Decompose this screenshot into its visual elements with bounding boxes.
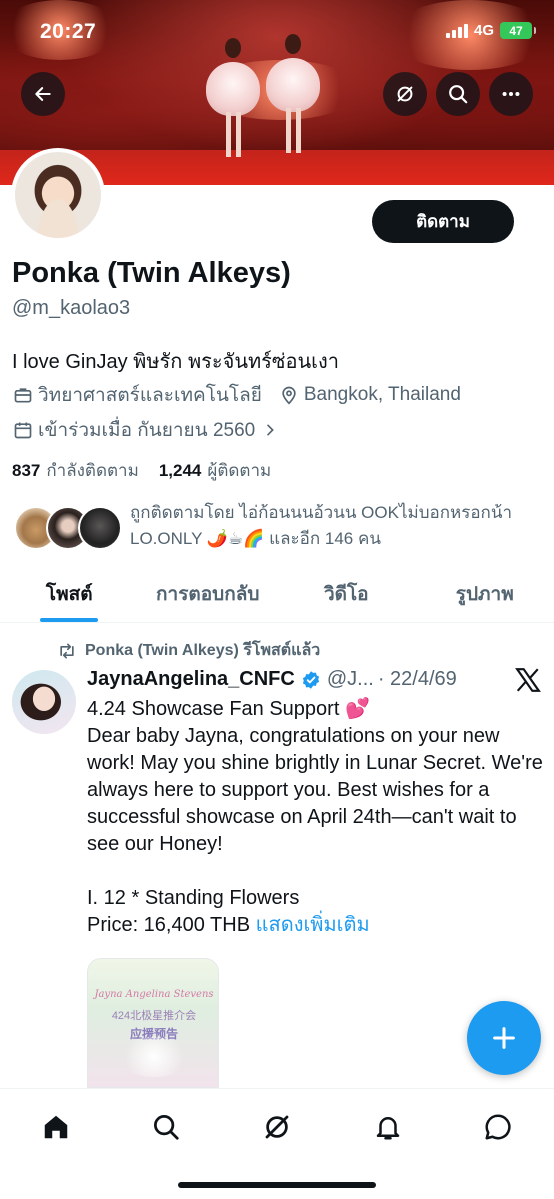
- battery-level: 47: [509, 23, 523, 38]
- joined-row[interactable]: เข้าร่วมเมื่อ กันยายน 2560: [12, 415, 285, 445]
- notifications-icon: [376, 1117, 400, 1140]
- tweet-line4: Price: 16,400 THB: [87, 914, 251, 936]
- tab-active-indicator: [40, 618, 99, 622]
- more-button[interactable]: [489, 72, 533, 116]
- follower-avatar: [78, 506, 122, 550]
- status-indicators: 4G 47: [445, 22, 536, 39]
- profile-location: Bangkok, Thailand: [303, 384, 461, 405]
- profile-meta-row: วิทยาศาสตร์และเทคโนโลยี Bangkok, Thailan…: [12, 380, 461, 410]
- tab-posts-label: โพสต์: [45, 583, 93, 605]
- tab-videos[interactable]: วิดีโอ: [277, 565, 416, 622]
- verified-badge-icon: [302, 670, 319, 689]
- display-name: Ponka (Twin Alkeys): [12, 257, 291, 289]
- nav-grok[interactable]: [257, 1107, 297, 1147]
- tweet-author-handle[interactable]: @J...: [327, 668, 374, 691]
- more-horizontal-icon: [502, 91, 520, 97]
- repost-icon: [60, 642, 74, 658]
- home-icon: [44, 1115, 68, 1139]
- signal-icon: [445, 23, 468, 38]
- plus-icon: [493, 1027, 515, 1049]
- grok-button[interactable]: [383, 72, 427, 116]
- search-icon: [154, 1115, 179, 1140]
- tweet-body[interactable]: 4.24 Showcase Fan Support 💕 Dear baby Ja…: [87, 696, 545, 939]
- followed-by-text: ถูกติดตามโดย ไอ่ก้อนนนอ้วนน OOKไม่บอกหรอ…: [130, 500, 542, 552]
- profile-avatar[interactable]: [11, 148, 105, 242]
- compose-button[interactable]: [467, 1001, 541, 1075]
- back-button[interactable]: [21, 72, 65, 116]
- tweet-author-avatar[interactable]: [12, 670, 76, 734]
- tab-replies[interactable]: การตอบกลับ: [139, 565, 278, 622]
- bottom-navigation: [0, 1088, 554, 1199]
- tab-replies-label: การตอบกลับ: [156, 583, 260, 605]
- chevron-right-icon: [259, 419, 281, 441]
- tweet-line3: I. 12 * Standing Flowers: [87, 887, 300, 909]
- home-indicator: [178, 1182, 376, 1188]
- tab-photos-label: รูปภาพ: [455, 583, 514, 605]
- messages-icon: [485, 1114, 511, 1140]
- tweet-date[interactable]: · 22/4/69: [378, 668, 457, 691]
- media-text-subtitle: 424北极星推介会: [111, 1010, 197, 1022]
- profile-category: วิทยาศาสตร์และเทคโนโลยี: [38, 385, 262, 406]
- joined-date: เข้าร่วมเมื่อ กันยายน 2560: [38, 420, 256, 441]
- media-glow: [118, 1037, 190, 1077]
- repost-indicator[interactable]: Ponka (Twin Alkeys) รีโพสต์แล้ว: [57, 638, 320, 663]
- nav-notifications[interactable]: [368, 1107, 408, 1147]
- media-text-title: Jayna Angelina Stevens: [94, 989, 214, 1000]
- user-handle: @m_kaolao3: [12, 297, 131, 319]
- status-time: 20:27: [40, 20, 97, 43]
- network-type: 4G: [473, 22, 494, 39]
- profile-bio: I love GinJay พิษรัก พระจันทร์ซ่อนเงา: [12, 351, 340, 373]
- search-icon: [449, 85, 468, 104]
- following-label[interactable]: กำลังติดตาม: [46, 457, 138, 484]
- location-pin-icon: [278, 384, 300, 406]
- tweet-media-image[interactable]: Jayna Angelina Stevens 424北极星推介会 应援预告: [87, 958, 219, 1088]
- x-logo-icon: [515, 668, 541, 697]
- follow-button[interactable]: ติดตาม: [372, 200, 514, 243]
- search-button[interactable]: [436, 72, 480, 116]
- status-bar: 20:27 4G 47: [0, 0, 554, 60]
- calendar-icon: [12, 419, 34, 441]
- tweet-author-name[interactable]: JaynaAngelina_CNFC: [87, 668, 295, 691]
- followers-label[interactable]: ผู้ติดตาม: [207, 457, 271, 484]
- arrow-left-icon: [35, 87, 51, 101]
- following-count[interactable]: 837: [12, 461, 40, 481]
- tab-posts[interactable]: โพสต์: [0, 565, 139, 622]
- battery-icon: 47: [500, 22, 536, 39]
- tweet-header: JaynaAngelina_CNFC @J... · 22/4/69: [87, 668, 507, 691]
- briefcase-icon: [12, 384, 34, 406]
- repost-label: Ponka (Twin Alkeys) รีโพสต์แล้ว: [85, 642, 321, 659]
- profile-tabs: โพสต์ การตอบกลับ วิดีโอ รูปภาพ: [0, 565, 554, 623]
- slash-circle-icon: [397, 86, 413, 102]
- tweet-line1: 4.24 Showcase Fan Support 💕: [87, 698, 370, 720]
- followed-by-line2: LO.ONLY 🌶️☕🌈 และอีก 146 คน: [130, 529, 381, 548]
- followers-count[interactable]: 1,244: [159, 461, 202, 481]
- tab-videos-label: วิดีโอ: [323, 583, 369, 605]
- tweet-line2: Dear baby Jayna, congratulations on your…: [87, 725, 543, 855]
- followers-you-know[interactable]: ถูกติดตามโดย ไอ่ก้อนนนอ้วนน OOKไม่บอกหรอ…: [12, 500, 542, 556]
- show-more-link[interactable]: แสดงเพิ่มเติม: [256, 914, 370, 936]
- tab-photos[interactable]: รูปภาพ: [416, 565, 554, 622]
- followed-by-line1: ถูกติดตามโดย ไอ่ก้อนนนอ้วนน OOKไม่บอกหรอ…: [130, 503, 513, 522]
- grok-icon: [265, 1115, 289, 1139]
- nav-home[interactable]: [36, 1107, 76, 1147]
- nav-search[interactable]: [146, 1107, 186, 1147]
- follow-counts: 837 กำลังติดตาม 1,244 ผู้ติดตาม: [12, 457, 271, 484]
- nav-messages[interactable]: [478, 1107, 518, 1147]
